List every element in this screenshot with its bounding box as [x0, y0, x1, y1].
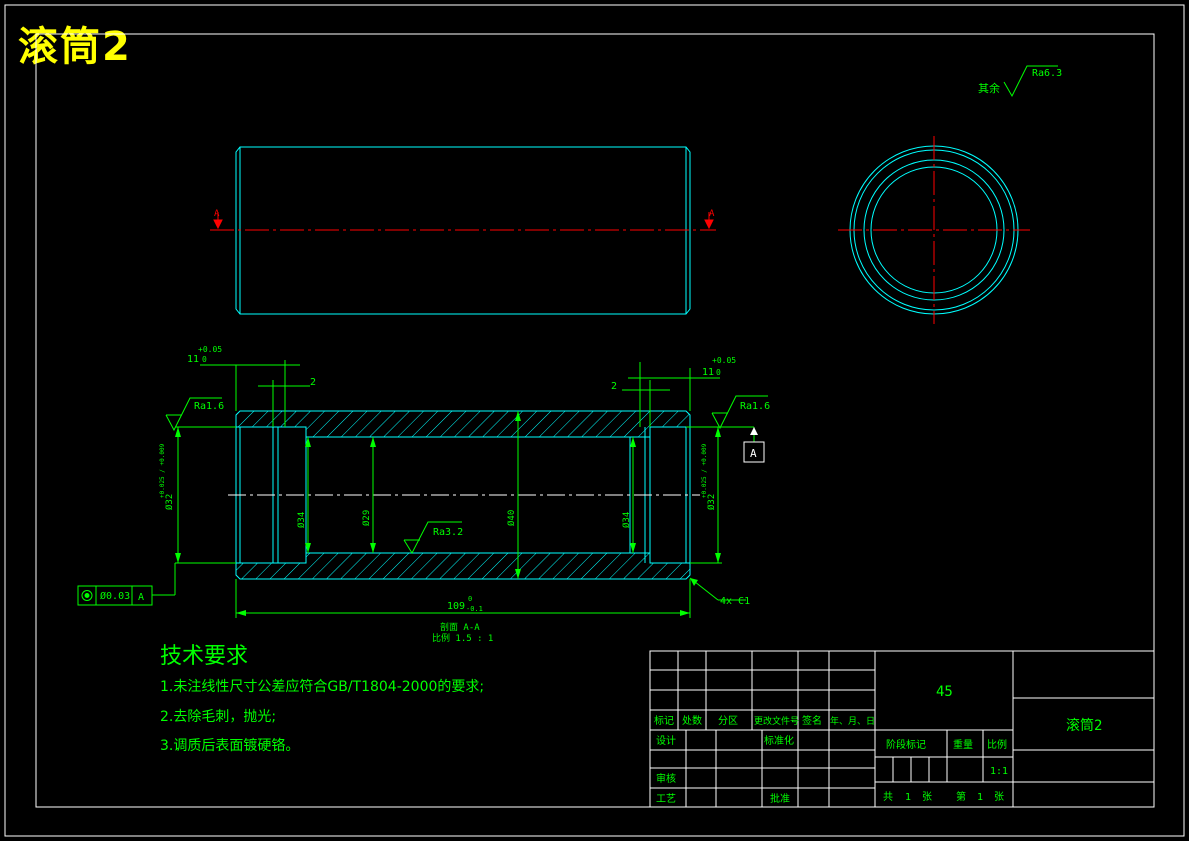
tb-header-sign: 签名 — [802, 714, 822, 727]
tb-material: 45 — [936, 684, 953, 700]
dim-right-depth-lower: 0 — [716, 368, 721, 377]
tb-stage-mark: 阶段标记 — [886, 738, 926, 751]
requirement-item: 1.未注线性尺寸公差应符合GB/T1804-2000的要求; — [160, 679, 485, 695]
tb-header-mark: 标记 — [654, 715, 674, 727]
dim-bore-right: Ø34 — [621, 512, 632, 528]
dim-bore-left: Ø34 — [296, 512, 307, 528]
tb-sheet-total-label: 共 — [883, 791, 893, 803]
tb-sheet-no: 1 — [977, 792, 983, 803]
tb-header-zone: 分区 — [718, 715, 738, 727]
tb-weight: 重量 — [953, 738, 973, 751]
roughness-other-value: Ra6.3 — [1032, 68, 1062, 79]
dim-right-depth: 11 — [702, 367, 714, 378]
dim-right-groove: 2 — [611, 381, 617, 392]
tb-process: 工艺 — [656, 793, 676, 805]
dim-length-lower: -0.1 — [466, 605, 483, 613]
tb-standardize: 标准化 — [764, 734, 794, 747]
tb-sheet-total: 1 — [905, 792, 911, 803]
runout-value: Ø0.03 — [100, 590, 130, 602]
tb-header-change: 更改文件号 — [754, 715, 799, 727]
dimension-arrows — [175, 411, 758, 616]
roughness-other-label: 其余 — [978, 81, 1000, 95]
tb-approve: 批准 — [770, 792, 790, 805]
section-view — [228, 410, 700, 580]
tb-header-count: 处数 — [682, 714, 702, 727]
section-label-right: A — [709, 209, 715, 219]
section-label-left: A — [214, 209, 220, 219]
dim-left-depth-lower: 0 — [202, 355, 207, 364]
section-scale: 比例 1.5 : 1 — [432, 632, 493, 644]
runout-datum: A — [138, 592, 144, 603]
dim-left-depth-upper: +0.05 — [198, 345, 222, 354]
title-block-texts: 45 滚筒2 标记 处数 分区 更改文件号 签名 年、月、日 设计 标准化 审核… — [654, 684, 1102, 805]
tb-sheet-unit: 张 — [922, 791, 932, 803]
chamfer-label: 4x C1 — [720, 596, 750, 607]
requirements-heading: 技术要求 — [160, 644, 249, 669]
requirement-item: 2.去除毛刺，抛光; — [160, 709, 277, 725]
dim-left-outer-tol: +0.025 / +0.009 — [159, 443, 166, 498]
dim-right-depth-upper: +0.05 — [712, 356, 736, 365]
roughness-left-value: Ra1.6 — [194, 401, 224, 412]
dim-left-depth: 11 — [187, 354, 199, 365]
dim-length: 109 — [447, 601, 465, 612]
tb-sheet-no-label: 第 — [956, 790, 966, 803]
tb-scale-label: 比例 — [987, 738, 1007, 751]
dim-right-outer-tol: +0.025 / +0.009 — [701, 443, 708, 498]
dim-bore-mid: Ø29 — [361, 510, 372, 526]
dim-outer-dia: Ø40 — [506, 510, 517, 526]
datum-label: A — [750, 447, 757, 460]
roughness-inner-value: Ra3.2 — [433, 527, 463, 538]
tb-review: 审核 — [656, 772, 676, 785]
tb-design: 设计 — [656, 734, 676, 747]
roughness-right-value: Ra1.6 — [740, 401, 770, 412]
requirement-item: 3.调质后表面镀硬铬。 — [160, 738, 300, 754]
tb-header-date: 年、月、日 — [830, 715, 875, 727]
dim-length-upper: 0 — [468, 595, 472, 603]
runout-tolerance: 0.03 — [106, 591, 130, 602]
tb-part-name: 滚筒2 — [1066, 717, 1102, 734]
tb-scale-value: 1:1 — [990, 766, 1008, 777]
dim-left-groove: 2 — [310, 377, 316, 388]
tb-sheet-no-unit: 张 — [994, 791, 1004, 803]
section-caption: 剖面 A-A — [440, 621, 480, 633]
